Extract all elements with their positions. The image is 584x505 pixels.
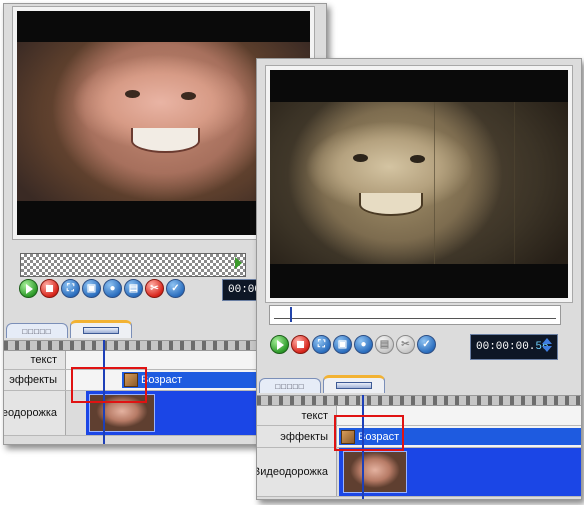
row-label-effects: эффекты bbox=[4, 370, 66, 390]
eye-left bbox=[125, 90, 141, 98]
play-icon bbox=[26, 283, 33, 294]
eye-left bbox=[353, 153, 369, 162]
row-label-video: Видеодорожка bbox=[4, 391, 66, 435]
record-voice-button[interactable]: ● bbox=[103, 279, 122, 298]
video-frame-image-aged bbox=[270, 101, 568, 264]
time-spinner[interactable] bbox=[542, 338, 554, 352]
stop-icon bbox=[46, 285, 53, 292]
effect-clip-label: Возраст bbox=[141, 374, 183, 386]
video-preview-frame bbox=[265, 65, 573, 303]
fullscreen-button[interactable]: ⛶ bbox=[61, 279, 80, 298]
snapshot-button[interactable]: ▣ bbox=[333, 335, 352, 354]
apply-button[interactable]: ✓ bbox=[417, 335, 436, 354]
snapshot-button[interactable]: ▣ bbox=[82, 279, 101, 298]
filmstrip-icon: ▤ bbox=[379, 338, 390, 350]
row-label-text: текст bbox=[4, 351, 66, 369]
spin-down-icon[interactable] bbox=[542, 346, 552, 352]
seek-end-marker-icon[interactable] bbox=[235, 257, 242, 269]
seek-thumb[interactable] bbox=[290, 307, 292, 322]
editor-window-after: ⛶ ▣ ● ▤ ✂ ✓ 00:00:00. 56 □□□□□ текст эффе… bbox=[256, 58, 582, 500]
row-label-text: текст bbox=[257, 406, 337, 425]
timeline-row-text: текст bbox=[257, 406, 581, 426]
film-scratch bbox=[433, 101, 435, 264]
seek-bar[interactable] bbox=[20, 253, 246, 277]
seek-bar[interactable] bbox=[269, 305, 561, 325]
tab-timeline[interactable] bbox=[323, 375, 385, 393]
tab-storyboard-label: □□□□□ bbox=[275, 381, 305, 391]
record-voice-button[interactable]: ● bbox=[354, 335, 373, 354]
film-button[interactable]: ▤ bbox=[124, 279, 143, 298]
playback-controls: ⛶ ▣ ● ▤ ✂ ✓ bbox=[19, 279, 185, 298]
film-scratch bbox=[514, 101, 516, 264]
fullscreen-icon: ⛶ bbox=[67, 282, 74, 294]
cut-button[interactable]: ✂ bbox=[396, 335, 415, 354]
eye-right bbox=[181, 91, 196, 100]
row-label-video: Видеодорожка bbox=[257, 448, 337, 496]
seek-track bbox=[274, 318, 556, 319]
smile bbox=[359, 192, 423, 216]
tab-storyboard[interactable]: □□□□□ bbox=[259, 378, 321, 393]
playback-controls: ⛶ ▣ ● ▤ ✂ ✓ bbox=[270, 335, 436, 354]
camera-icon: ▣ bbox=[337, 338, 348, 350]
letterbox-top bbox=[270, 70, 568, 102]
video-preview bbox=[270, 70, 568, 298]
time-display[interactable]: 00:00:00. 56 bbox=[470, 334, 558, 360]
spin-up-icon[interactable] bbox=[542, 338, 552, 344]
play-button[interactable] bbox=[270, 335, 289, 354]
filmstrip-icon: ▤ bbox=[128, 282, 139, 294]
fullscreen-button[interactable]: ⛶ bbox=[312, 335, 331, 354]
cut-button[interactable]: ✂ bbox=[145, 279, 164, 298]
video-track[interactable] bbox=[339, 448, 581, 496]
checkmark-icon: ✓ bbox=[171, 282, 180, 294]
stop-button[interactable] bbox=[291, 335, 310, 354]
video-clip-thumbnail[interactable] bbox=[343, 451, 407, 493]
highlight-box bbox=[71, 367, 147, 403]
mode-tabs: □□□□□ bbox=[259, 375, 387, 393]
letterbox-bottom bbox=[270, 263, 568, 298]
microphone-icon: ● bbox=[360, 338, 367, 350]
timeline-tab-icon bbox=[83, 327, 119, 334]
apply-button[interactable]: ✓ bbox=[166, 279, 185, 298]
highlight-box bbox=[334, 415, 404, 451]
timeline-ruler[interactable] bbox=[257, 395, 581, 406]
timeline-row-video: Видеодорожка bbox=[257, 448, 581, 497]
tab-storyboard[interactable]: □□□□□ bbox=[6, 323, 68, 338]
film-button[interactable]: ▤ bbox=[375, 335, 394, 354]
stop-button[interactable] bbox=[40, 279, 59, 298]
timeline: текст эффекты Возраст Видеодорожка bbox=[257, 406, 581, 497]
row-label-effects: эффекты bbox=[257, 426, 337, 447]
microphone-icon: ● bbox=[109, 282, 116, 294]
letterbox-top bbox=[17, 11, 310, 43]
camera-icon: ▣ bbox=[86, 282, 97, 294]
mode-tabs: □□□□□ bbox=[6, 320, 134, 338]
tab-storyboard-label: □□□□□ bbox=[22, 326, 52, 336]
time-display-text: 00:00:00. bbox=[476, 341, 536, 353]
play-icon bbox=[277, 339, 284, 350]
scissors-icon: ✂ bbox=[150, 282, 159, 294]
eye-right bbox=[410, 155, 425, 164]
play-button[interactable] bbox=[19, 279, 38, 298]
timeline-tab-icon bbox=[336, 382, 372, 389]
timeline-row-effects: эффекты Возраст bbox=[257, 426, 581, 448]
tab-timeline[interactable] bbox=[70, 320, 132, 338]
smile bbox=[131, 128, 200, 153]
scissors-icon: ✂ bbox=[401, 338, 410, 350]
fullscreen-icon: ⛶ bbox=[318, 338, 325, 350]
stop-icon bbox=[297, 341, 304, 348]
checkmark-icon: ✓ bbox=[422, 338, 431, 350]
